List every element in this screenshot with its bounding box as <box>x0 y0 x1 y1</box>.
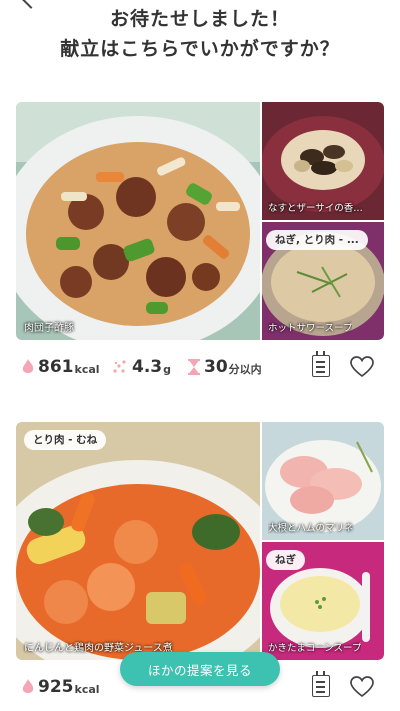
flame-icon <box>22 359 34 373</box>
main-dish-photo[interactable]: とり肉 - むね にんじんと鶏肉の野菜ジュース煮 <box>16 422 260 660</box>
ingredient-tag: とり肉 - むね <box>24 430 107 450</box>
kcal-unit: kcal <box>74 682 100 696</box>
menu-photos: とり肉 - むね にんじんと鶏肉の野菜ジュース煮 大根とハムのマリネ ねぎ かき… <box>16 422 384 660</box>
time-unit: 分以内 <box>228 363 262 376</box>
kcal-stat: 861 kcal <box>22 352 100 382</box>
salt-icon <box>113 360 126 373</box>
main-dish-image <box>16 102 260 340</box>
soup-name: かきたまコーンスープ <box>268 643 362 654</box>
ingredient-tag: ねぎ, とり肉 - ... <box>266 230 368 250</box>
nutrition-stats: 861 kcal 4.3 g 30 分以内 <box>16 351 384 382</box>
page-header: お待たせしました！ 献立はこちらでいかがですか？ <box>0 4 400 64</box>
ingredient-tag: ねぎ <box>266 550 305 570</box>
main-dish-photo[interactable]: 肉団子酢豚 <box>16 102 260 340</box>
time-stat: 30 分以内 <box>188 352 262 382</box>
header-line-2: 献立はこちらでいかがですか？ <box>60 38 340 60</box>
salt-unit: g <box>163 362 171 376</box>
soup-name: ホットサワースープ <box>268 323 353 334</box>
menu-photos: 肉団子酢豚 なすとザーサイの香… ねぎ, とり肉 - ... ホットサワースープ <box>16 102 384 340</box>
salt-stat: 4.3 g <box>112 352 171 382</box>
side-dish-photo[interactable]: なすとザーサイの香… <box>262 102 384 220</box>
salt-value: 4.3 <box>132 357 163 377</box>
main-dish-image <box>16 422 260 660</box>
kcal-stat: 925 kcal <box>22 672 100 702</box>
flame-icon <box>22 679 34 693</box>
calendar-icon[interactable] <box>312 351 330 377</box>
menu-card: 肉団子酢豚 なすとザーサイの香… ねぎ, とり肉 - ... ホットサワースープ… <box>16 102 384 378</box>
menu-card: とり肉 - むね にんじんと鶏肉の野菜ジュース煮 大根とハムのマリネ ねぎ かき… <box>16 422 384 698</box>
time-value: 30 <box>204 357 228 377</box>
calendar-icon[interactable] <box>312 671 330 697</box>
soup-photo[interactable]: ねぎ, とり肉 - ... ホットサワースープ <box>262 222 384 340</box>
other-suggestions-button[interactable]: ほかの提案を見る <box>120 652 280 686</box>
main-dish-name: 肉団子酢豚 <box>24 323 74 334</box>
heart-icon[interactable] <box>350 356 374 378</box>
soup-photo[interactable]: ねぎ かきたまコーンスープ <box>262 542 384 660</box>
header-line-1: お待たせしました！ <box>109 8 290 30</box>
heart-icon[interactable] <box>350 676 374 698</box>
kcal-unit: kcal <box>74 362 100 376</box>
kcal-value: 861 <box>38 357 74 377</box>
side-dish-photo[interactable]: 大根とハムのマリネ <box>262 422 384 540</box>
kcal-value: 925 <box>38 677 74 697</box>
hourglass-icon <box>188 359 200 375</box>
side-dish-name: 大根とハムのマリネ <box>268 523 354 534</box>
side-dish-name: なすとザーサイの香… <box>268 203 363 214</box>
